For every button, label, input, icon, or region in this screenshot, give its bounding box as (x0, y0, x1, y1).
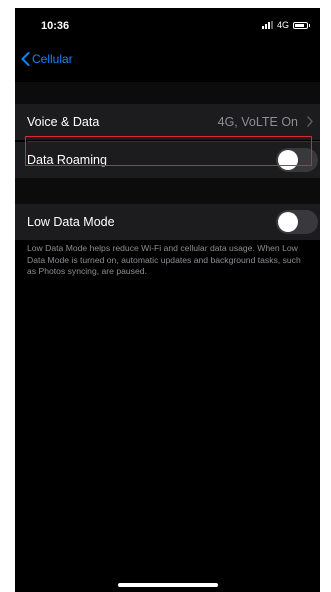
navigation-bar: Cellular (15, 42, 320, 82)
back-button-label: Cellular (32, 52, 73, 66)
toggle-knob (278, 212, 298, 232)
low-data-mode-row: Low Data Mode (15, 204, 320, 240)
voice-data-row[interactable]: Voice & Data 4G, VoLTE On (15, 104, 320, 140)
back-button[interactable]: Cellular (21, 52, 73, 66)
section-spacer (15, 82, 320, 104)
signal-bars-icon (261, 21, 273, 29)
low-data-mode-toggle[interactable] (276, 210, 318, 234)
voice-data-value: 4G, VoLTE On (217, 115, 298, 129)
battery-icon (293, 21, 310, 29)
low-data-mode-label: Low Data Mode (27, 215, 115, 229)
status-bar: 10:36 4G (15, 8, 320, 42)
data-roaming-row: Data Roaming (15, 142, 320, 178)
status-time: 10:36 (41, 20, 70, 32)
network-type: 4G (276, 20, 289, 30)
status-indicators: 4G (261, 20, 310, 30)
section-spacer (15, 178, 320, 204)
data-roaming-toggle[interactable] (276, 148, 318, 172)
data-roaming-label: Data Roaming (27, 153, 107, 167)
phone-screen: 10:36 4G Cellular Voice & Data 4G, VoLTE… (15, 8, 320, 592)
chevron-right-icon (307, 116, 313, 127)
chevron-left-icon (21, 52, 30, 66)
low-data-mode-footnote: Low Data Mode helps reduce Wi-Fi and cel… (27, 243, 301, 276)
home-indicator[interactable] (118, 583, 218, 587)
voice-data-label: Voice & Data (27, 115, 100, 129)
toggle-knob (278, 150, 298, 170)
